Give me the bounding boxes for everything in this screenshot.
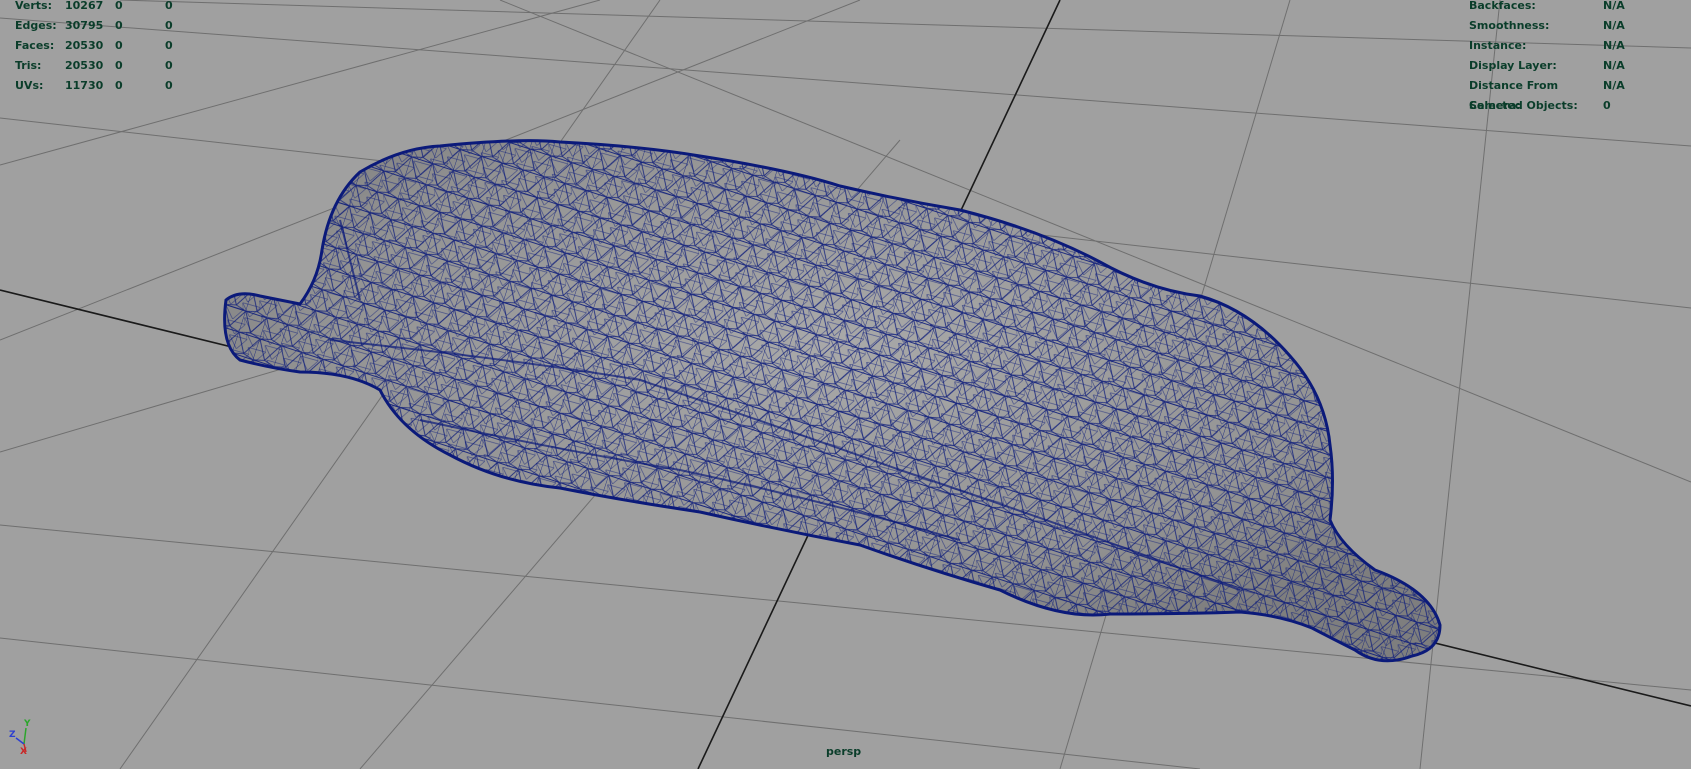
- object-info-label: Backfaces:: [1469, 0, 1536, 12]
- poly-count-v1: 30795: [65, 19, 104, 32]
- poly-count-row: Edges: 30795 0 0: [15, 16, 185, 36]
- axis-x-label: X: [20, 747, 27, 756]
- object-info-label: Instance:: [1469, 39, 1527, 52]
- mesh-object: [223, 139, 1442, 663]
- perspective-viewport[interactable]: [0, 0, 1691, 769]
- object-info-row: Backfaces: N/A: [1469, 0, 1663, 16]
- poly-count-v2: 0: [115, 79, 123, 92]
- object-info-value: N/A: [1603, 79, 1625, 92]
- object-info-row: Smoothness: N/A: [1469, 16, 1663, 36]
- object-info-row: Selected Objects: 0: [1469, 96, 1663, 116]
- poly-count-v2: 0: [115, 39, 123, 52]
- object-info-value: N/A: [1603, 19, 1625, 32]
- poly-count-row: UVs: 11730 0 0: [15, 76, 185, 96]
- poly-count-hud: Verts: 10267 0 0 Edges: 30795 0 0 Faces: 20530 0 0 T…: [15, 0, 185, 96]
- object-info-label: Selected Objects:: [1469, 99, 1578, 112]
- poly-count-v3: 0: [165, 39, 173, 52]
- object-info-label: Smoothness:: [1469, 19, 1550, 32]
- camera-name-label: persp: [826, 745, 862, 758]
- poly-count-label: Tris:: [15, 59, 42, 72]
- poly-count-v3: 0: [165, 19, 173, 32]
- poly-count-v3: 0: [165, 79, 173, 92]
- poly-count-v2: 0: [115, 59, 123, 72]
- object-info-label: Distance From Camera:: [1469, 79, 1559, 112]
- poly-count-row: Verts: 10267 0 0: [15, 0, 185, 16]
- view-axis-icon: Y Z X: [9, 719, 31, 756]
- poly-count-label: Faces:: [15, 39, 55, 52]
- axis-y-label: Y: [23, 719, 31, 729]
- object-info-row: Distance From Camera: N/A: [1469, 76, 1663, 112]
- object-info-label: Display Layer:: [1469, 59, 1557, 72]
- poly-count-label: Edges:: [15, 19, 57, 32]
- object-info-row: Display Layer: N/A: [1469, 56, 1663, 76]
- object-info-value: N/A: [1603, 0, 1625, 12]
- poly-count-row: Tris: 20530 0 0: [15, 56, 185, 76]
- poly-count-v1: 11730: [65, 79, 104, 92]
- object-info-row: Instance: N/A: [1469, 36, 1663, 56]
- object-info-hud: Backfaces: N/A Smoothness: N/A Instance: N/A D…: [1469, 0, 1663, 116]
- poly-count-v2: 0: [115, 0, 123, 12]
- poly-count-v1: 10267: [65, 0, 104, 12]
- axis-z-label: Z: [9, 730, 16, 740]
- object-info-value: N/A: [1603, 59, 1625, 72]
- poly-count-label: Verts:: [15, 0, 53, 12]
- object-info-value: 0: [1603, 99, 1611, 112]
- poly-count-v1: 20530: [65, 39, 104, 52]
- poly-count-v1: 20530: [65, 59, 104, 72]
- poly-count-label: UVs:: [15, 79, 44, 92]
- object-info-value: N/A: [1603, 39, 1625, 52]
- poly-count-v2: 0: [115, 19, 123, 32]
- poly-count-v3: 0: [165, 0, 173, 12]
- poly-count-v3: 0: [165, 59, 173, 72]
- poly-count-row: Faces: 20530 0 0: [15, 36, 185, 56]
